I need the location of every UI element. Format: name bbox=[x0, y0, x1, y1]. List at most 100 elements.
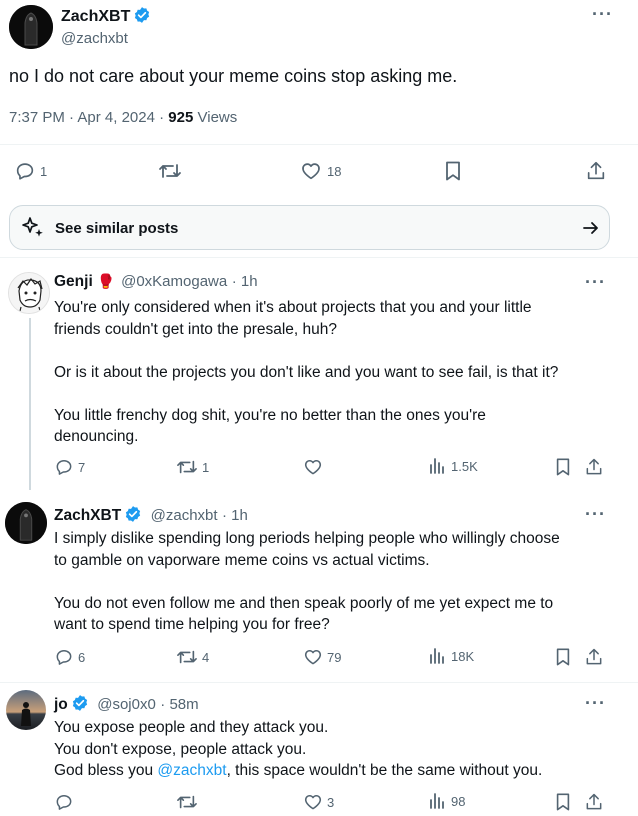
share-button[interactable] bbox=[584, 457, 604, 477]
reply-button[interactable]: 7 bbox=[54, 457, 85, 477]
repost-button[interactable]: 1 bbox=[176, 457, 209, 477]
post-time[interactable]: · 1h bbox=[222, 507, 248, 524]
author-handle[interactable]: @zachxbt bbox=[151, 507, 218, 524]
post-time[interactable]: · 1h bbox=[232, 273, 258, 290]
views-button[interactable]: 98 bbox=[429, 792, 465, 810]
author-handle[interactable]: @0xKamogawa bbox=[121, 273, 227, 290]
repost-icon bbox=[159, 164, 181, 178]
share-button[interactable] bbox=[584, 792, 604, 812]
author-name[interactable]: Genji bbox=[54, 273, 93, 290]
post-time[interactable]: · 58m bbox=[160, 696, 198, 713]
like-button[interactable] bbox=[303, 457, 327, 477]
repost-icon bbox=[177, 795, 197, 809]
bookmark-icon bbox=[446, 161, 460, 181]
more-icon[interactable]: ··· bbox=[585, 693, 606, 714]
author-emoji: 🥊 bbox=[97, 273, 115, 289]
reply-count: 7 bbox=[78, 459, 86, 475]
verified-badge-icon bbox=[124, 505, 142, 528]
author-handle[interactable]: @zachxbt bbox=[61, 30, 128, 47]
meta-separator: · bbox=[69, 109, 75, 126]
reply-text: You expose people and they attack you. Y… bbox=[54, 717, 624, 782]
author-name[interactable]: ZachXBT bbox=[61, 8, 130, 25]
views-count: 18K bbox=[451, 648, 475, 664]
like-button[interactable]: 3 bbox=[303, 792, 334, 812]
text-segment: God bless you bbox=[54, 762, 158, 779]
views-count: 98 bbox=[451, 793, 466, 809]
share-button[interactable] bbox=[585, 160, 607, 182]
reply-text-line: You expose people and they attack you. bbox=[54, 719, 329, 736]
post-meta: 7:37 PM · Apr 4, 2024 · 925 Views bbox=[9, 109, 237, 126]
bookmark-icon bbox=[556, 793, 570, 811]
repost-count: 1 bbox=[202, 459, 210, 475]
heart-icon bbox=[304, 460, 322, 475]
meta-separator: · bbox=[159, 109, 165, 126]
reply-icon bbox=[56, 460, 72, 475]
reply-button[interactable]: 6 bbox=[54, 647, 85, 667]
repost-count: 4 bbox=[202, 649, 210, 665]
reply-button[interactable]: 1 bbox=[14, 160, 47, 182]
share-icon bbox=[586, 458, 602, 475]
reply-text-line: You don't expose, people attack you. bbox=[54, 740, 307, 758]
arrow-right-icon bbox=[582, 219, 600, 242]
share-icon bbox=[586, 648, 602, 665]
mention-link[interactable]: @zachxbt bbox=[157, 762, 226, 779]
reply-count: 6 bbox=[78, 649, 86, 665]
more-icon[interactable]: ··· bbox=[585, 272, 606, 293]
like-button[interactable]: 79 bbox=[303, 647, 341, 667]
avatar-genji[interactable] bbox=[8, 272, 50, 314]
share-icon bbox=[586, 793, 602, 810]
bookmark-button[interactable] bbox=[554, 457, 572, 477]
author-handle[interactable]: @soj0x0 bbox=[97, 696, 156, 713]
heart-icon bbox=[302, 163, 320, 180]
bookmark-button[interactable] bbox=[443, 160, 463, 182]
avatar-jo[interactable] bbox=[6, 690, 46, 730]
see-similar-posts-button[interactable]: See similar posts bbox=[9, 205, 610, 250]
views-count: 925 bbox=[168, 109, 194, 126]
like-count: 79 bbox=[327, 649, 342, 665]
views-button[interactable]: 18K bbox=[429, 647, 474, 665]
sparkle-icon bbox=[20, 215, 46, 246]
author-name[interactable]: jo bbox=[54, 696, 68, 713]
share-button[interactable] bbox=[584, 647, 604, 667]
reply-button[interactable] bbox=[54, 792, 78, 812]
divider bbox=[0, 257, 638, 258]
verified-badge-icon bbox=[133, 6, 151, 29]
more-icon[interactable]: ··· bbox=[592, 4, 613, 25]
heart-icon bbox=[304, 795, 322, 810]
avatar-zachxbt[interactable] bbox=[5, 502, 47, 544]
avatar-image bbox=[9, 5, 53, 49]
bookmark-button[interactable] bbox=[554, 792, 572, 812]
repost-button[interactable] bbox=[158, 160, 186, 182]
views-label: Views bbox=[197, 109, 238, 126]
like-button[interactable]: 18 bbox=[300, 160, 341, 182]
avatar-image bbox=[6, 690, 46, 730]
more-icon[interactable]: ··· bbox=[585, 504, 606, 525]
avatar-image bbox=[9, 273, 49, 313]
reply-count: 1 bbox=[40, 163, 48, 179]
verified-badge-icon bbox=[71, 694, 89, 717]
reply-icon bbox=[16, 163, 34, 180]
views-button[interactable]: 1.5K bbox=[429, 457, 478, 475]
repost-icon bbox=[177, 650, 197, 664]
views-icon bbox=[430, 458, 444, 474]
divider bbox=[0, 144, 638, 145]
post-time[interactable]: 7:37 PM bbox=[9, 109, 65, 126]
repost-button[interactable] bbox=[176, 792, 202, 812]
views-icon bbox=[430, 648, 444, 664]
reply-text: I simply dislike spending long periods h… bbox=[54, 530, 560, 633]
reply-text-line: God bless you @zachxbt, this space would… bbox=[54, 760, 624, 782]
reply-icon bbox=[56, 650, 72, 665]
post-date[interactable]: Apr 4, 2024 bbox=[77, 109, 155, 126]
avatar-image bbox=[5, 502, 47, 544]
views-count: 1.5K bbox=[451, 458, 478, 474]
bookmark-button[interactable] bbox=[554, 647, 572, 667]
author-name[interactable]: ZachXBT bbox=[54, 507, 121, 524]
like-count: 18 bbox=[327, 163, 342, 179]
reply-text: You're only considered when it's about p… bbox=[54, 299, 559, 445]
heart-icon bbox=[304, 650, 322, 665]
divider bbox=[0, 682, 638, 683]
views-icon bbox=[430, 793, 444, 809]
avatar-zachxbt[interactable] bbox=[9, 5, 53, 49]
reply-icon bbox=[56, 795, 72, 810]
repost-button[interactable]: 4 bbox=[176, 647, 209, 667]
